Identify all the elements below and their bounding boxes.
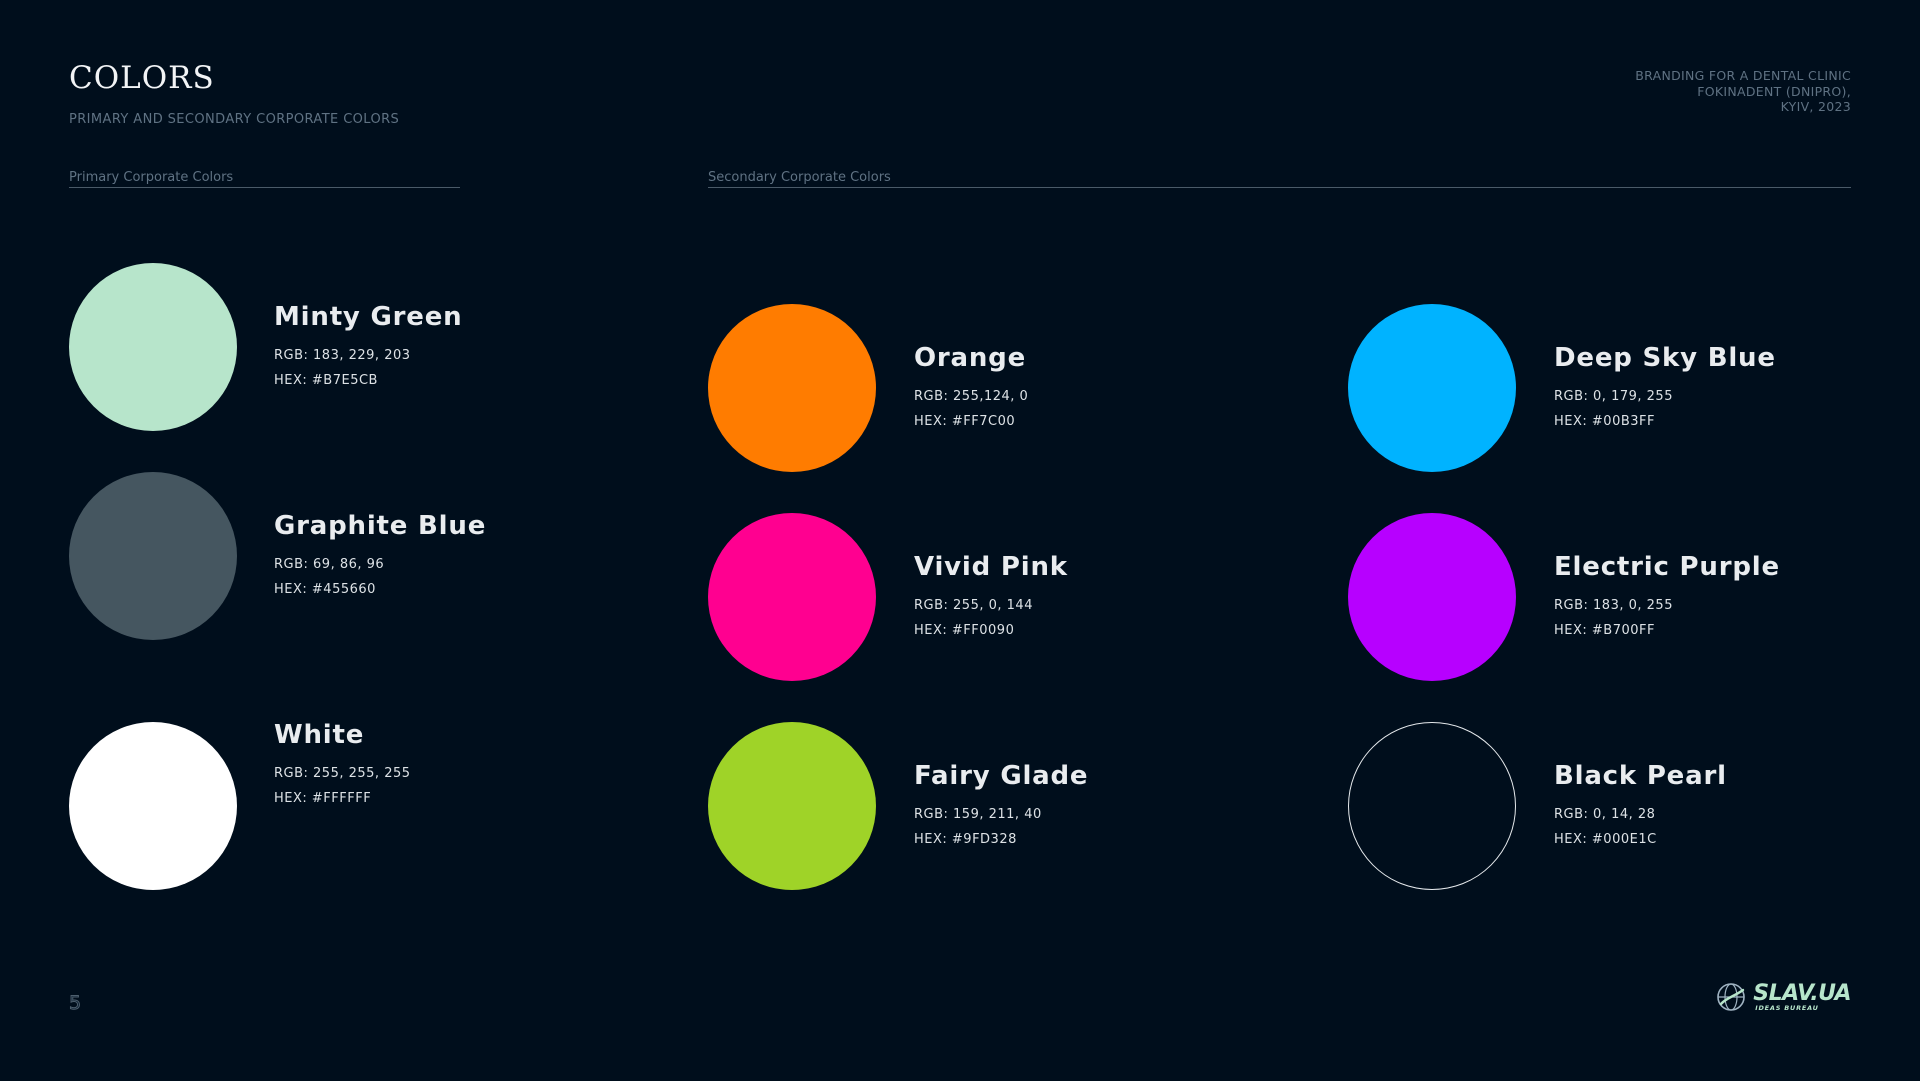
color-rgb: RGB: 0, 179, 255 bbox=[1554, 389, 1673, 404]
color-hex: HEX: #FF0090 bbox=[914, 623, 1015, 638]
color-rgb: RGB: 255, 255, 255 bbox=[274, 766, 411, 781]
brand-logo: SLAV.UA IDEAS BUREAU bbox=[1715, 980, 1851, 1014]
brand-name: SLAV.UA bbox=[1753, 980, 1851, 1006]
project-meta: BRANDING FOR A DENTAL CLINIC FOKINADENT … bbox=[1635, 68, 1851, 115]
color-name: Minty Green bbox=[274, 302, 463, 332]
color-rgb: RGB: 0, 14, 28 bbox=[1554, 807, 1656, 822]
swatch-electric-purple bbox=[1348, 513, 1516, 681]
color-rgb: RGB: 183, 229, 203 bbox=[274, 348, 411, 363]
page-subtitle: PRIMARY AND SECONDARY CORPORATE COLORS bbox=[69, 112, 400, 127]
color-name: Electric Purple bbox=[1554, 552, 1780, 582]
color-name: Graphite Blue bbox=[274, 511, 487, 541]
color-name: Deep Sky Blue bbox=[1554, 343, 1776, 373]
color-name: White bbox=[274, 720, 365, 750]
color-hex: HEX: #9FD328 bbox=[914, 832, 1017, 847]
swatch-orange bbox=[708, 304, 876, 472]
color-rgb: RGB: 255, 0, 144 bbox=[914, 598, 1033, 613]
swatch-graphite-blue bbox=[69, 472, 237, 640]
color-name: Vivid Pink bbox=[914, 552, 1068, 582]
page-title: COLORS bbox=[69, 60, 215, 96]
color-hex: HEX: #FFFFFF bbox=[274, 791, 372, 806]
project-meta-line: BRANDING FOR A DENTAL CLINIC bbox=[1635, 68, 1851, 83]
primary-section-divider bbox=[69, 187, 460, 188]
secondary-section-label: Secondary Corporate Colors bbox=[708, 170, 891, 185]
color-hex: HEX: #FF7C00 bbox=[914, 414, 1016, 429]
swatch-white bbox=[69, 722, 237, 890]
color-hex: HEX: #000E1C bbox=[1554, 832, 1657, 847]
color-name: Orange bbox=[914, 343, 1027, 373]
secondary-section-divider bbox=[708, 187, 1851, 188]
color-name: Black Pearl bbox=[1554, 761, 1727, 791]
color-rgb: RGB: 159, 211, 40 bbox=[914, 807, 1042, 822]
swatch-black-pearl bbox=[1348, 722, 1516, 890]
color-rgb: RGB: 69, 86, 96 bbox=[274, 557, 385, 572]
swatch-minty-green bbox=[69, 263, 237, 431]
color-hex: HEX: #B7E5CB bbox=[274, 373, 378, 388]
swatch-fairy-glade bbox=[708, 722, 876, 890]
primary-section-label: Primary Corporate Colors bbox=[69, 170, 234, 185]
page-number: 5 bbox=[68, 992, 82, 1015]
brand-tagline: IDEAS BUREAU bbox=[1755, 1003, 1819, 1012]
globe-icon bbox=[1717, 983, 1746, 1011]
color-rgb: RGB: 255,124, 0 bbox=[914, 389, 1029, 404]
color-hex: HEX: #00B3FF bbox=[1554, 414, 1655, 429]
project-meta-line: FOKINADENT (DNIPRO), bbox=[1697, 83, 1851, 99]
color-name: Fairy Glade bbox=[914, 761, 1089, 791]
swatch-vivid-pink bbox=[708, 513, 876, 681]
swatch-deep-sky-blue bbox=[1348, 304, 1516, 472]
project-meta-line: KYIV, 2023 bbox=[1780, 99, 1851, 114]
color-rgb: RGB: 183, 0, 255 bbox=[1554, 598, 1673, 613]
color-hex: HEX: #455660 bbox=[274, 582, 376, 597]
color-hex: HEX: #B700FF bbox=[1554, 623, 1655, 638]
